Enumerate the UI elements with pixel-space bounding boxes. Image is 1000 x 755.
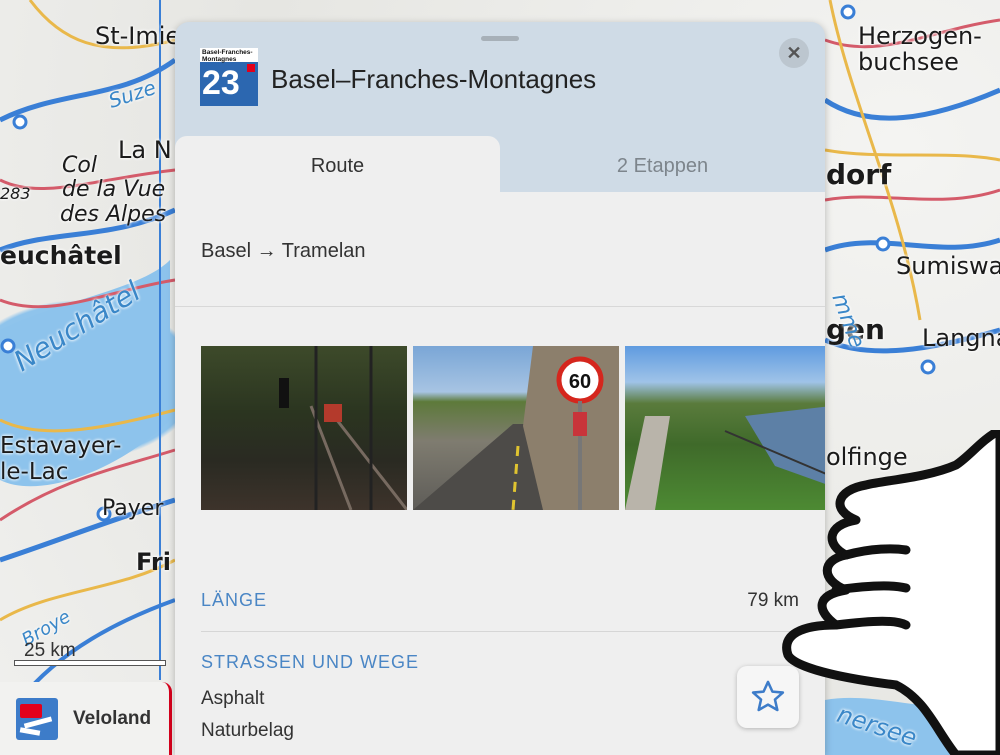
pointing-hand-icon — [782, 430, 1000, 755]
map-label-burgdorf: dorf — [826, 158, 892, 191]
map-label-neuchatel: euchâtel — [0, 241, 122, 270]
map-label-estavayer-1: Estavayer- — [0, 433, 122, 459]
map-label-col-3: des Alpes — [60, 202, 167, 227]
tab-route[interactable]: Route — [175, 136, 500, 196]
road-speed-sign-photo[interactable]: 60 — [413, 346, 619, 510]
map-label-altitude: 283 — [0, 184, 31, 203]
surface-item: Asphalt — [201, 688, 265, 709]
scale-label: 25 km — [24, 640, 76, 661]
route-logo-text: Basel-Franches-Montagnes — [200, 48, 258, 63]
map-label-payerne: Payer — [102, 496, 164, 521]
veloland-label: Veloland — [73, 707, 152, 729]
map-label-col-2: de la Vue — [62, 177, 166, 202]
divider — [201, 631, 799, 632]
map-label-herzogenbuchsee-1: Herzogen- — [858, 22, 982, 50]
map-label-estavayer-2: le-Lac — [0, 459, 69, 485]
route-content: Basel → Tramelan 60 LÄNGE 79 km STRASSEN… — [175, 192, 825, 755]
surface-item: Naturbelag — [201, 720, 294, 741]
swiss-flag-icon — [247, 64, 255, 72]
route-description: Basel → Tramelan — [201, 240, 366, 262]
veloland-button[interactable]: Veloland — [0, 682, 172, 755]
route-detail-panel: ✕ Basel-Franches-Montagnes 23 Basel–Fran… — [175, 22, 825, 755]
map-label-st-imier: St-Imie — [95, 22, 181, 50]
map-label-la-n: La N — [118, 136, 172, 164]
map-label-col-1: Col — [62, 153, 97, 178]
photo-gallery[interactable]: 60 — [201, 346, 825, 510]
close-button[interactable]: ✕ — [779, 38, 809, 68]
close-icon: ✕ — [786, 42, 802, 63]
drag-handle[interactable] — [481, 36, 519, 41]
route-title: Basel–Franches-Montagnes — [271, 64, 597, 94]
scale-bar — [14, 660, 166, 666]
tab-etappen[interactable]: 2 Etappen — [500, 136, 825, 196]
length-label: LÄNGE — [201, 590, 268, 610]
map-scale: 25 km — [14, 640, 166, 666]
route-number-badge: Basel-Franches-Montagnes 23 — [200, 48, 258, 106]
surfaces-label: STRASSEN UND WEGE — [201, 652, 420, 672]
map-label-fribourg: Fri — [136, 548, 171, 576]
map-label-herzogenbuchsee-2: buchsee — [858, 48, 959, 76]
route-number: 23 — [202, 64, 240, 102]
divider — [175, 306, 825, 307]
railway-photo[interactable] — [201, 346, 407, 510]
veloland-logo-icon — [16, 697, 58, 740]
map-label-sumiswald: Sumiswa — [896, 252, 1000, 280]
map-label-langnau: Langna — [922, 324, 1000, 352]
speed-sign-value: 60 — [569, 371, 591, 393]
